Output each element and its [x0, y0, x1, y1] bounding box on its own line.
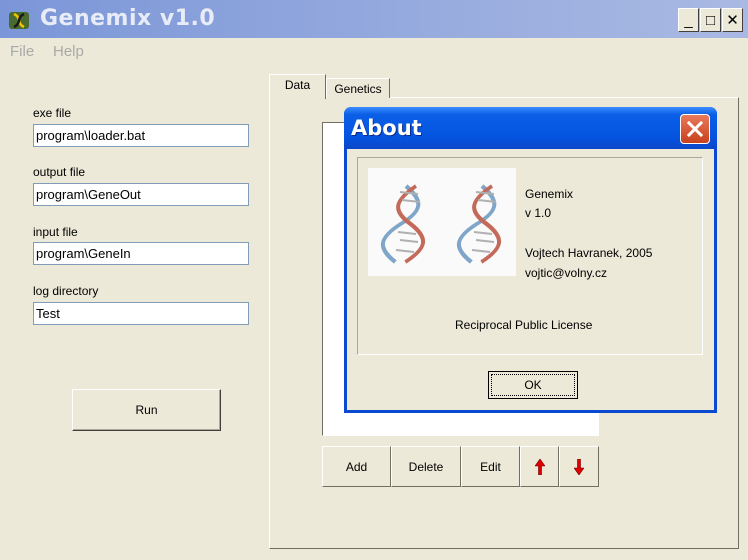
up-arrow-icon [534, 458, 545, 475]
ok-button-label: OK [491, 374, 575, 396]
about-author: Vojtech Havranek, 2005 [525, 246, 653, 260]
input-file-input[interactable]: program\GeneIn [33, 242, 249, 265]
exe-file-input[interactable]: program\loader.bat [33, 124, 249, 147]
about-title-bar[interactable]: About [344, 107, 717, 149]
about-info-group: Genemix v 1.0 Vojtech Havranek, 2005 voj… [357, 157, 703, 355]
ok-button[interactable]: OK [488, 371, 578, 399]
edit-button[interactable]: Edit [461, 446, 520, 487]
exe-file-label: exe file [33, 106, 72, 120]
delete-button-label: Delete [408, 459, 444, 474]
about-email: vojtic@volny.cz [525, 266, 607, 280]
add-button-label: Add [345, 459, 368, 474]
output-file-label: output file [33, 165, 86, 179]
main-title-bar[interactable]: Genemix v1.0 _ □ ✕ [0, 0, 748, 38]
run-button-label: Run [135, 403, 158, 417]
window-title: Genemix v1.0 [40, 6, 216, 31]
down-arrow-icon [574, 458, 584, 475]
menu-help[interactable]: Help [53, 43, 84, 60]
tab-genetics-label: Genetics [334, 81, 382, 96]
delete-button[interactable]: Delete [391, 446, 461, 487]
edit-button-label: Edit [480, 459, 501, 474]
close-icon: ✕ [726, 12, 739, 29]
about-app-name: Genemix [525, 187, 574, 201]
maximize-icon: □ [705, 11, 716, 29]
about-client-area: Genemix v 1.0 Vojtech Havranek, 2005 voj… [347, 149, 714, 410]
menu-file[interactable]: File [10, 43, 34, 60]
log-directory-input[interactable]: Test [33, 302, 249, 325]
minimize-button[interactable]: _ [678, 8, 699, 32]
move-up-button[interactable] [520, 446, 559, 487]
menu-bar: File Help [0, 38, 748, 66]
minimize-icon: _ [684, 11, 693, 29]
about-close-button[interactable] [680, 114, 710, 144]
about-dialog: About Genemix v 1.0 Vojtech Havranek, 20… [344, 107, 717, 413]
input-file-label: input file [33, 225, 78, 239]
app-icon[interactable] [8, 9, 30, 31]
maximize-button[interactable]: □ [700, 8, 721, 32]
about-version: v 1.0 [525, 206, 552, 220]
close-icon [687, 121, 703, 137]
move-down-button[interactable] [559, 446, 599, 487]
dna-helix-image [368, 168, 516, 276]
log-directory-label: log directory [33, 284, 99, 298]
tab-data-label: Data [284, 78, 311, 92]
tab-data[interactable]: Data [269, 74, 326, 99]
output-file-input[interactable]: program\GeneOut [33, 183, 249, 206]
about-title: About [351, 116, 422, 140]
run-button[interactable]: Run [72, 389, 221, 431]
about-license: Reciprocal Public License [455, 318, 593, 332]
add-button[interactable]: Add [322, 446, 391, 487]
close-button[interactable]: ✕ [722, 8, 743, 32]
tab-genetics[interactable]: Genetics [326, 78, 390, 98]
